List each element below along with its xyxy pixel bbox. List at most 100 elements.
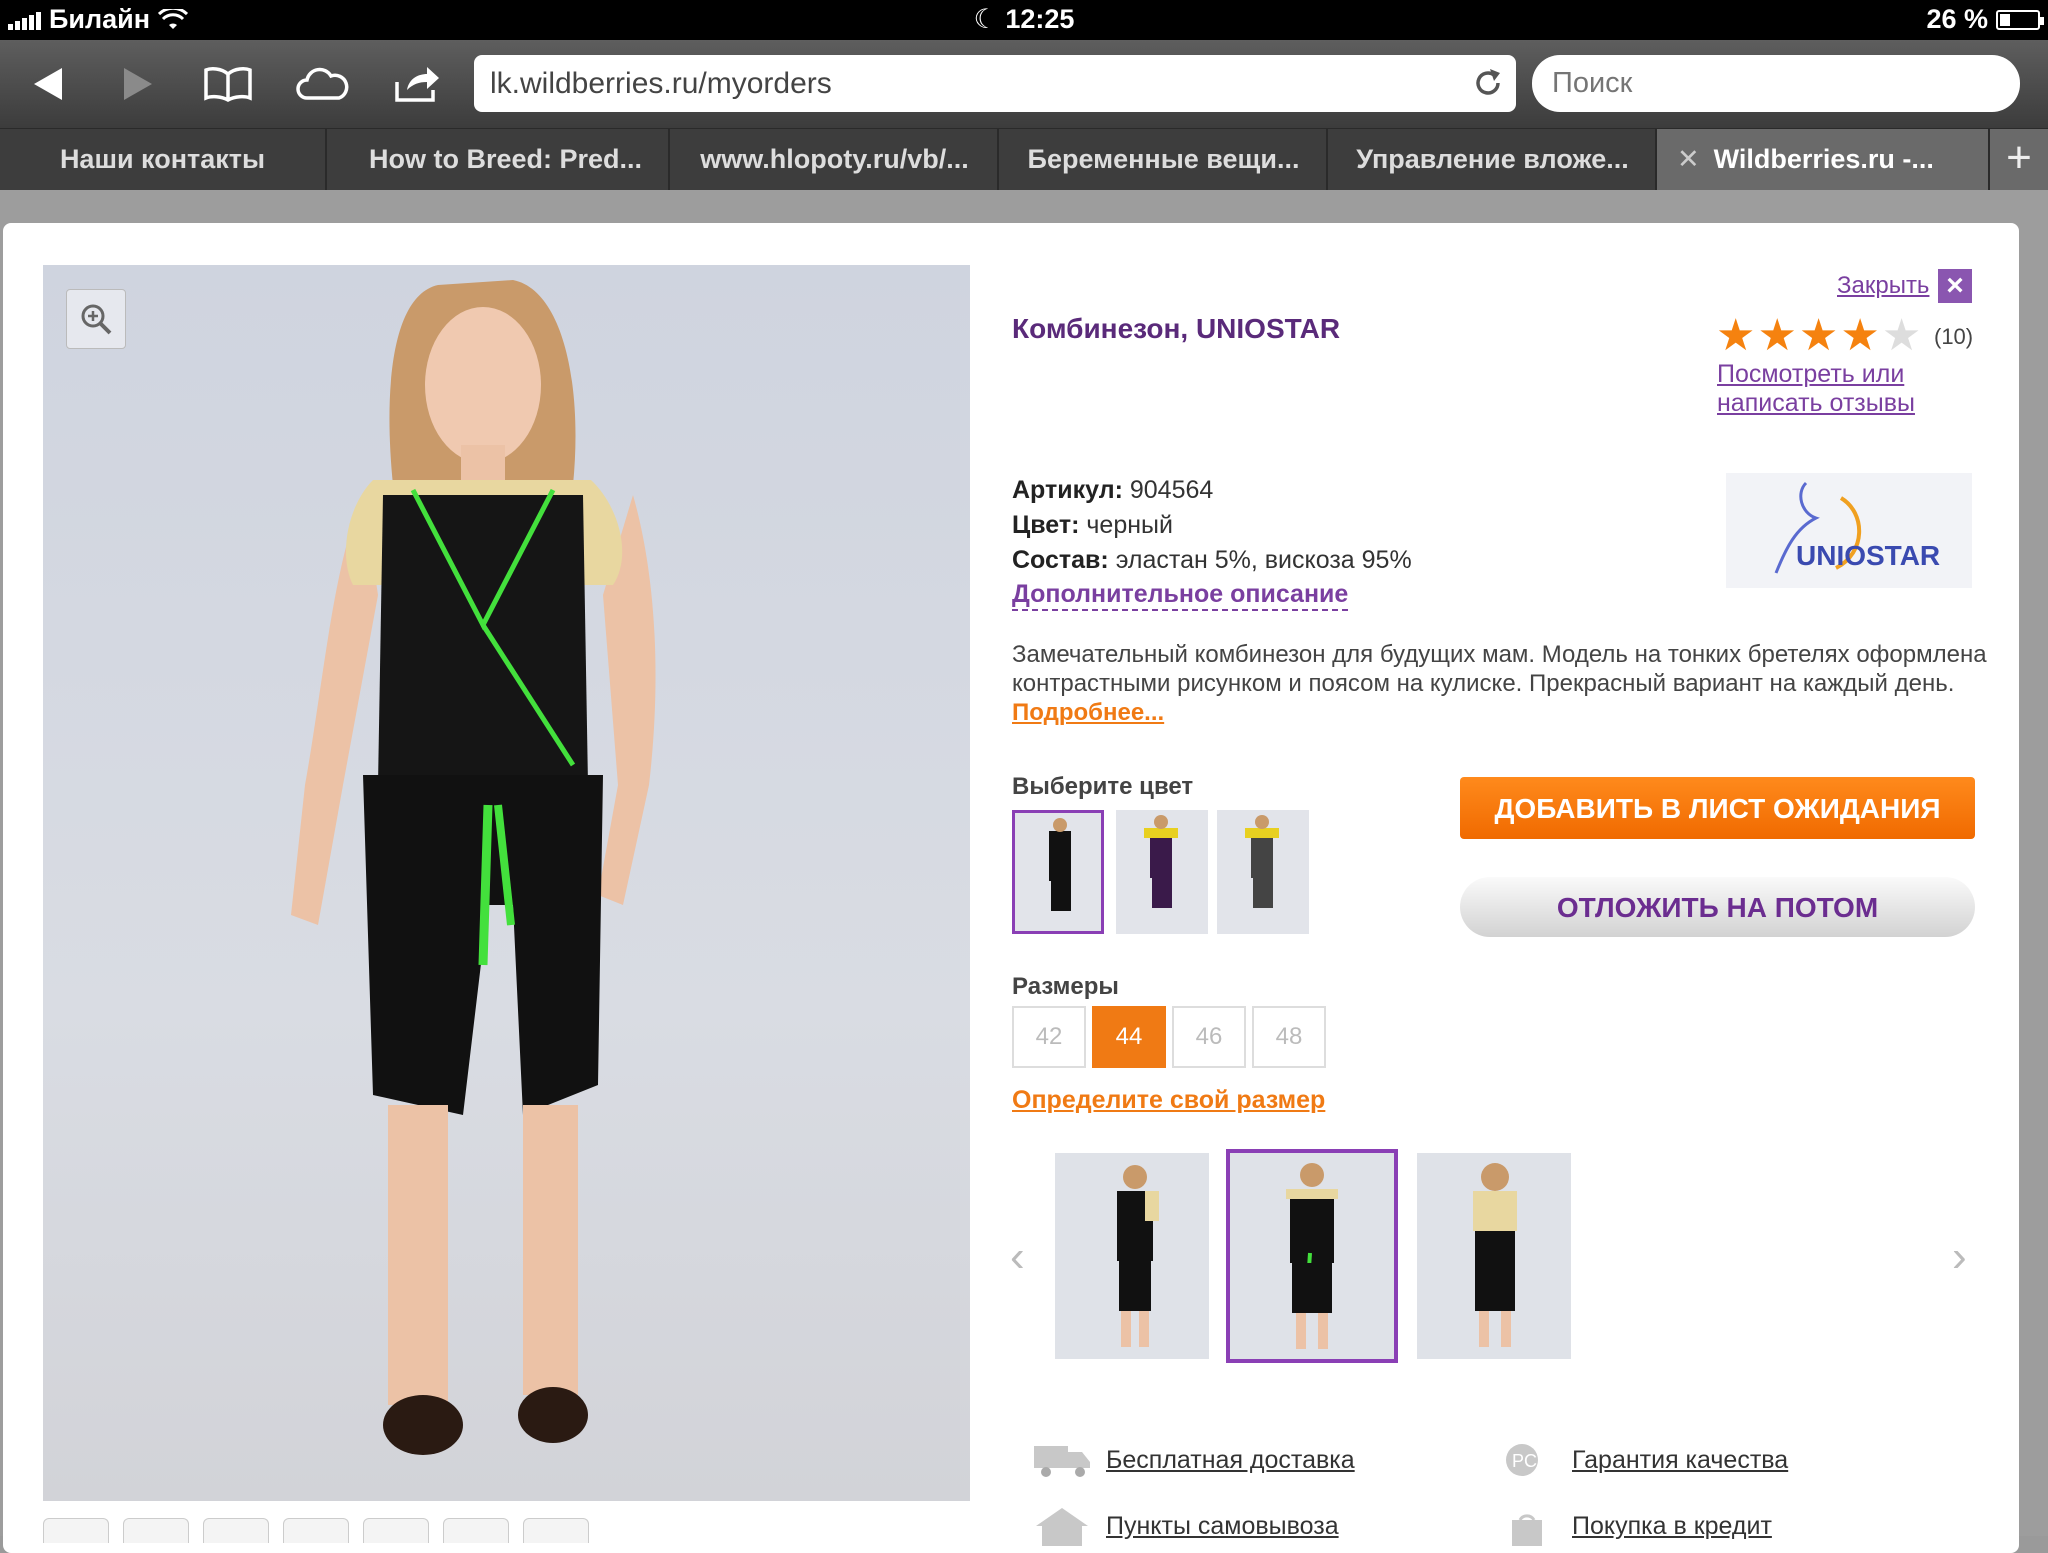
address-bar[interactable]: lk.wildberries.ru/myorders xyxy=(474,55,1516,112)
forward-arrow-icon xyxy=(124,68,152,100)
star-filled-icon: ★ xyxy=(1798,311,1839,360)
rating-stars: ★ ★ ★ ★ ★ xyxy=(1716,314,1921,358)
tab-attachments[interactable]: Управление вложе... xyxy=(1330,129,1657,191)
thumb-image xyxy=(1473,1163,1517,1347)
back-arrow-icon xyxy=(34,68,62,100)
status-bar: Билайн ☾ 12:25 26 % xyxy=(0,0,2048,40)
color-label: Цвет: xyxy=(1012,511,1080,539)
postpone-button[interactable]: ОТЛОЖИТЬ НА ПОТОМ xyxy=(1460,877,1975,937)
star-filled-icon: ★ xyxy=(1757,311,1797,360)
feature-quality[interactable]: PC Гарантия качества xyxy=(1498,1440,1788,1480)
forward-button[interactable] xyxy=(110,58,166,110)
chevron-left-icon: ‹ xyxy=(1010,1232,1025,1281)
brand-logo: UNIOSTAR xyxy=(1726,473,1972,588)
feature-pickup[interactable]: Пункты самовывоза xyxy=(1032,1506,1339,1546)
color-swatch-purple[interactable] xyxy=(1116,810,1208,934)
article-row: Артикул: 904564 xyxy=(1012,476,1213,505)
color-value: черный xyxy=(1086,511,1173,539)
article-label: Артикул: xyxy=(1012,476,1123,504)
tab-contacts[interactable]: Наши контакты xyxy=(0,129,327,191)
tab-label: Управление вложе... xyxy=(1356,144,1629,174)
size-option[interactable]: 42 xyxy=(1012,1006,1086,1068)
close-link[interactable]: Закрыть xyxy=(1837,272,1929,300)
gallery-prev-button[interactable]: ‹ xyxy=(1010,1232,1025,1282)
browser-toolbar: lk.wildberries.ru/myorders xyxy=(0,40,2048,128)
extra-description-link[interactable]: Дополнительное описание xyxy=(1012,580,1349,611)
composition-value: эластан 5%, вискоза 95% xyxy=(1115,546,1412,574)
composition-label: Состав: xyxy=(1012,546,1109,574)
quality-badge-icon: PC xyxy=(1498,1440,1558,1480)
feature-label: Пункты самовывоза xyxy=(1106,1511,1339,1540)
feature-label: Покупка в кредит xyxy=(1572,1511,1772,1540)
thumb-image xyxy=(1286,1163,1338,1349)
close-icon[interactable]: × xyxy=(1938,269,1972,303)
status-center: ☾ 12:25 xyxy=(0,4,2048,35)
share-icon xyxy=(395,67,439,102)
composition-row: Состав: эластан 5%, вискоза 95% xyxy=(1012,546,1412,575)
size-guide-link[interactable]: Определите свой размер xyxy=(1012,1086,1325,1115)
star-filled-icon: ★ xyxy=(1716,311,1756,360)
tab-pregnancy-clothes[interactable]: Беременные вещи... xyxy=(1001,129,1328,191)
feature-free-delivery[interactable]: Бесплатная доставка xyxy=(1032,1440,1355,1480)
more-share-icon[interactable] xyxy=(523,1518,589,1543)
mailru-share-icon[interactable] xyxy=(283,1518,349,1543)
moon-icon: ☾ xyxy=(973,4,998,34)
gallery-thumb-selected[interactable] xyxy=(1226,1149,1398,1363)
twitter-share-icon[interactable] xyxy=(203,1518,269,1543)
zoom-button[interactable] xyxy=(66,289,126,349)
battery-percent: 26 % xyxy=(1926,4,1988,34)
tab-label: Wildberries.ru -... xyxy=(1713,144,1934,174)
color-swatch-grey[interactable] xyxy=(1217,810,1309,934)
share-button[interactable] xyxy=(390,58,446,110)
back-button[interactable] xyxy=(20,58,76,110)
reload-icon[interactable] xyxy=(1470,65,1506,101)
size-option-selected[interactable]: 44 xyxy=(1092,1006,1166,1068)
credit-bag-icon xyxy=(1498,1506,1558,1546)
add-to-waitlist-button[interactable]: ДОБАВИТЬ В ЛИСТ ОЖИДАНИЯ xyxy=(1460,777,1975,839)
tab-how-to-breed[interactable]: How to Breed: Pred... xyxy=(343,129,670,191)
product-main-image[interactable] xyxy=(43,265,970,1501)
color-row: Цвет: черный xyxy=(1012,511,1173,540)
book-icon xyxy=(204,67,252,102)
tab-wildberries[interactable]: ✕ Wildberries.ru -... xyxy=(1657,129,1990,191)
size-option[interactable]: 48 xyxy=(1252,1006,1326,1068)
bookmarks-button[interactable] xyxy=(200,58,256,110)
reviews-count: (10) xyxy=(1934,324,1974,349)
gallery-next-button[interactable]: › xyxy=(1952,1232,1967,1282)
star-filled-icon: ★ xyxy=(1840,311,1880,360)
tab-label: Наши контакты xyxy=(59,144,266,174)
clock: 12:25 xyxy=(1005,4,1075,34)
color-swatch-black[interactable] xyxy=(1012,810,1104,934)
gallery-thumb[interactable] xyxy=(1055,1153,1209,1359)
svg-text:UNIOSTAR: UNIOSTAR xyxy=(1796,540,1940,571)
tab-hlopoty[interactable]: www.hlopoty.ru/vb/... xyxy=(672,129,999,191)
vk-share-icon[interactable] xyxy=(43,1518,109,1543)
article-value: 904564 xyxy=(1129,476,1214,504)
social-share-bar xyxy=(43,1518,589,1543)
more-link[interactable]: Подробнее... xyxy=(1012,699,1164,726)
search-input[interactable] xyxy=(1532,55,2020,112)
cloud-icon xyxy=(296,67,349,100)
feature-label: Бесплатная доставка xyxy=(1106,1445,1355,1474)
new-tab-button[interactable]: + xyxy=(1990,129,2048,191)
brand-logo-graphic: UNIOSTAR xyxy=(1774,481,1940,574)
gallery-thumb[interactable] xyxy=(1417,1153,1571,1359)
sizes-label: Размеры xyxy=(1012,973,1119,1000)
odnoklassniki-share-icon[interactable] xyxy=(363,1518,429,1543)
swatch-image xyxy=(1245,815,1279,908)
reviews-link[interactable]: Посмотреть или написать отзывы xyxy=(1717,360,1947,418)
feature-label: Гарантия качества xyxy=(1572,1445,1789,1474)
tab-label: How to Breed: Pred... xyxy=(368,144,643,174)
url-text: lk.wildberries.ru/myorders xyxy=(490,67,832,100)
feature-credit[interactable]: Покупка в кредит xyxy=(1498,1506,1772,1546)
product-title: Комбинезон, UNIOSTAR xyxy=(1012,313,1341,344)
livejournal-share-icon[interactable] xyxy=(443,1518,509,1543)
choose-color-label: Выберите цвет xyxy=(1012,773,1194,800)
pickup-house-icon xyxy=(1032,1506,1092,1546)
truck-icon xyxy=(1032,1440,1092,1480)
size-option[interactable]: 46 xyxy=(1172,1006,1246,1068)
icloud-tabs-button[interactable] xyxy=(294,58,350,110)
chevron-right-icon: › xyxy=(1952,1232,1967,1281)
close-tab-icon[interactable]: ✕ xyxy=(1677,144,1700,174)
facebook-share-icon[interactable] xyxy=(123,1518,189,1543)
